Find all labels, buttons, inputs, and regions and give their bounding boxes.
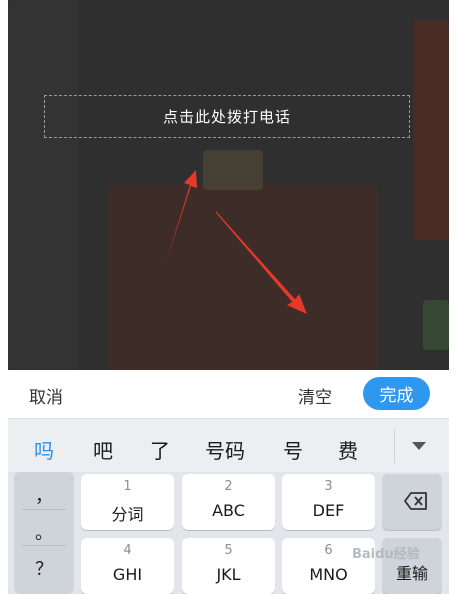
candidate-bar: 吗 吧 了 号码 号 费: [8, 418, 449, 473]
done-button-label: 完成: [379, 386, 414, 406]
key-label: MNO: [309, 565, 348, 584]
punctuation-column: ， 。 ？: [14, 472, 74, 594]
divider: [22, 509, 66, 510]
candidate-word[interactable]: 号码: [205, 435, 245, 464]
reenter-label: 重输: [395, 564, 428, 583]
key-4[interactable]: 4 GHI: [81, 538, 174, 594]
punctuation-key[interactable]: ？: [14, 555, 74, 581]
key-3[interactable]: 3 DEF: [282, 474, 375, 530]
candidate-word[interactable]: 费: [338, 435, 358, 464]
input-action-bar: 取消 清空 完成: [8, 370, 449, 418]
key-number: 3: [324, 479, 333, 494]
done-button[interactable]: 完成: [363, 377, 430, 410]
key-label: ABC: [212, 501, 245, 520]
annotation-arrow-up: [166, 170, 197, 262]
key-label: GHI: [112, 565, 143, 584]
watermark-text: Baidu经验: [352, 547, 420, 562]
candidate-divider: [394, 429, 395, 463]
expand-candidates-icon[interactable]: [412, 442, 426, 450]
watermark: Baidu经验: [352, 543, 420, 562]
annotation-arrows: [166, 170, 307, 314]
backspace-button[interactable]: [382, 474, 442, 530]
key-number: 5: [224, 543, 233, 558]
divider: [22, 545, 66, 546]
key-label: JKL: [216, 565, 241, 584]
key-label: 分词: [111, 505, 144, 524]
candidate-word[interactable]: 号: [283, 435, 303, 464]
backspace-icon: [404, 492, 427, 510]
punctuation-key[interactable]: ，: [14, 482, 74, 508]
candidate-word[interactable]: 吧: [93, 435, 113, 464]
key-label: DEF: [312, 501, 345, 520]
clear-button[interactable]: 清空: [298, 383, 332, 408]
annotation-arrow-down: [215, 211, 307, 314]
key-5[interactable]: 5 JKL: [182, 538, 275, 594]
key-number: 1: [123, 479, 132, 494]
key-2[interactable]: 2 ABC: [182, 474, 275, 530]
keyboard: ， 。 ？ 1 分词 2 ABC 3 DEF 4 GHI 5 JKL 6 MNO…: [8, 472, 449, 594]
candidate-word[interactable]: 吗: [34, 435, 54, 464]
key-number: 4: [123, 543, 132, 558]
key-1[interactable]: 1 分词: [81, 474, 174, 530]
candidate-word[interactable]: 了: [150, 435, 170, 464]
key-number: 2: [224, 479, 233, 494]
cancel-button[interactable]: 取消: [29, 383, 63, 408]
punctuation-key[interactable]: 。: [14, 519, 74, 545]
